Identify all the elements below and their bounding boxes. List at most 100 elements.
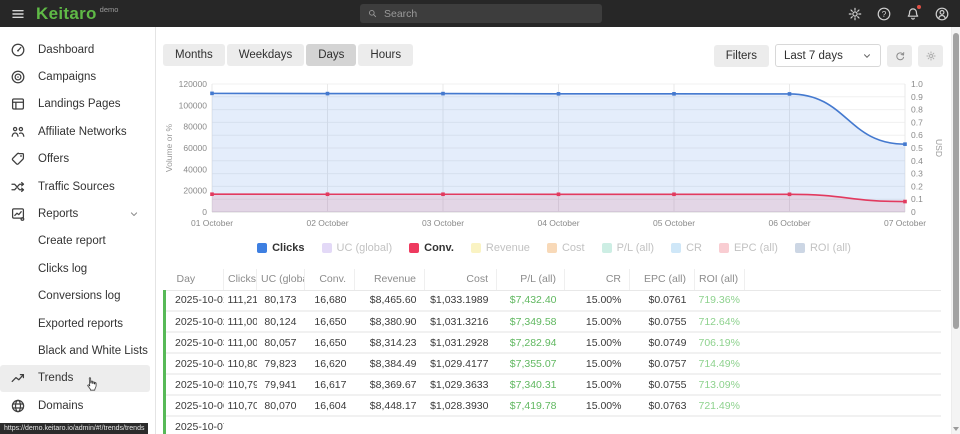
- refresh-button[interactable]: [887, 45, 912, 67]
- cell-filler: [745, 290, 942, 311]
- tab-hours[interactable]: Hours: [358, 44, 413, 66]
- column-header-cost[interactable]: Cost: [425, 269, 497, 290]
- cell-p-l-all: $7,282.94: [497, 332, 565, 353]
- column-header-roi-all[interactable]: ROI (all): [695, 269, 745, 290]
- sidebar-item-black-and-white-lists[interactable]: Black and White Lists: [0, 337, 150, 364]
- sidebar-item-clicks-log[interactable]: Clicks log: [0, 255, 150, 282]
- logo-demo-badge: demo: [100, 5, 119, 14]
- sidebar-item-landings-pages[interactable]: Landings Pages: [0, 91, 150, 118]
- legend-swatch: [257, 243, 267, 253]
- cell-revenue: $8,448.17: [355, 395, 425, 416]
- column-header-cr[interactable]: CR: [565, 269, 630, 290]
- tab-days[interactable]: Days: [306, 44, 356, 66]
- cell-uc-global: 80,124: [257, 311, 305, 332]
- table-row: 2025-10-07: [165, 416, 942, 434]
- cell-day: 2025-10-03: [165, 332, 224, 353]
- svg-text:0.8: 0.8: [911, 105, 923, 115]
- sidebar-item-campaigns[interactable]: Campaigns: [0, 63, 150, 90]
- chart-settings-button[interactable]: [918, 45, 943, 67]
- legend-item-cost[interactable]: Cost: [547, 242, 585, 254]
- account-icon[interactable]: [934, 6, 950, 22]
- svg-text:03 October: 03 October: [422, 218, 464, 228]
- cell-conv: 16,620: [305, 353, 355, 374]
- cell-uc-global: 80,057: [257, 332, 305, 353]
- sidebar-item-reports[interactable]: Reports: [0, 200, 150, 227]
- trend-icon: [10, 370, 26, 386]
- sidebar-item-conversions-log[interactable]: Conversions log: [0, 283, 150, 310]
- column-header-clicks[interactable]: Clicks: [224, 269, 257, 290]
- help-icon[interactable]: ?: [876, 6, 892, 22]
- column-header-epc-all[interactable]: EPC (all): [630, 269, 695, 290]
- legend-item-p-l-all[interactable]: P/L (all): [602, 242, 655, 254]
- cell-p-l-all: $7,340.31: [497, 374, 565, 395]
- sidebar-item-traffic-sources[interactable]: Traffic Sources: [0, 173, 150, 200]
- sidebar-item-label: Affiliate Networks: [38, 126, 127, 138]
- legend-item-revenue[interactable]: Revenue: [471, 242, 530, 254]
- cell-cost: $1,028.3930: [425, 395, 497, 416]
- cell-revenue: $8,369.67: [355, 374, 425, 395]
- trends-table: DayClicksUC (global)Conv.RevenueCostP/L …: [163, 269, 941, 434]
- legend-swatch: [322, 243, 332, 253]
- legend-item-conv[interactable]: Conv.: [409, 242, 454, 254]
- column-header-p-l-all[interactable]: P/L (all): [497, 269, 565, 290]
- cell-cost: $1,029.3633: [425, 374, 497, 395]
- topbar-actions: ?: [847, 0, 950, 27]
- column-header-conv[interactable]: Conv.: [305, 269, 355, 290]
- cell-day: 2025-10-01: [165, 290, 224, 311]
- sidebar-item-exported-reports[interactable]: Exported reports: [0, 310, 150, 337]
- cell-uc-global: 79,823: [257, 353, 305, 374]
- column-header-day[interactable]: Day: [165, 269, 224, 290]
- trends-chart: 02000040000600008000010000012000000.10.2…: [160, 72, 948, 234]
- scrollbar-down-arrow-icon[interactable]: [953, 427, 959, 431]
- sidebar-item-offers[interactable]: Offers: [0, 146, 150, 173]
- app-logo[interactable]: Keitaro demo: [36, 0, 118, 27]
- sidebar-item-create-report[interactable]: Create report: [0, 228, 150, 255]
- cell-clicks: 111,00: [224, 311, 257, 332]
- sidebar-item-domains[interactable]: Domains: [0, 392, 150, 419]
- table-row: 2025-10-04110,8079,82316,620$8,384.49$1,…: [165, 353, 942, 374]
- sidebar-item-label: Landings Pages: [38, 98, 120, 110]
- cell-cr: 15.00%: [565, 311, 630, 332]
- speedometer-icon: [10, 42, 26, 58]
- svg-text:Volume or %: Volume or %: [164, 123, 174, 172]
- sidebar-item-affiliate-networks[interactable]: Affiliate Networks: [0, 118, 150, 145]
- column-header-uc-global[interactable]: UC (global): [257, 269, 305, 290]
- sidebar-item-label: Traffic Sources: [38, 181, 115, 193]
- notifications-icon[interactable]: [905, 6, 921, 22]
- legend-item-clicks[interactable]: Clicks: [257, 242, 304, 254]
- date-range-select[interactable]: Last 7 days: [775, 44, 881, 67]
- svg-text:?: ?: [882, 9, 887, 19]
- hamburger-menu-icon[interactable]: [4, 0, 32, 27]
- global-search[interactable]: [360, 4, 602, 23]
- chevron-down-icon: [128, 208, 140, 220]
- settings-icon[interactable]: [847, 6, 863, 22]
- svg-text:0: 0: [202, 207, 207, 217]
- scrollbar-thumb[interactable]: [953, 33, 959, 329]
- cell-roi-all: 714.49%: [695, 353, 745, 374]
- svg-text:120000: 120000: [179, 79, 208, 89]
- svg-text:0.6: 0.6: [911, 130, 923, 140]
- legend-item-uc-global[interactable]: UC (global): [322, 242, 393, 254]
- filters-button[interactable]: Filters: [714, 45, 769, 67]
- tab-weekdays[interactable]: Weekdays: [227, 44, 304, 66]
- table-row: 2025-10-06110,7080,07016,604$8,448.17$1,…: [165, 395, 942, 416]
- search-input[interactable]: [384, 8, 595, 20]
- sidebar-item-label: Black and White Lists: [38, 345, 148, 357]
- legend-label: Clicks: [272, 242, 304, 254]
- logo-text: Keitaro: [36, 0, 97, 27]
- legend-item-epc-all[interactable]: EPC (all): [719, 242, 778, 254]
- sidebar-item-dashboard[interactable]: Dashboard: [0, 36, 150, 63]
- sidebar-item-trends[interactable]: Trends: [0, 365, 150, 392]
- target-icon: [10, 69, 26, 85]
- svg-text:0: 0: [911, 207, 916, 217]
- legend-item-roi-all[interactable]: ROI (all): [795, 242, 851, 254]
- cell-conv: 16,617: [305, 374, 355, 395]
- column-header-revenue[interactable]: Revenue: [355, 269, 425, 290]
- legend-item-cr[interactable]: CR: [671, 242, 702, 254]
- sidebar-item-label: Clicks log: [38, 263, 87, 275]
- legend-label: Revenue: [486, 242, 530, 254]
- vertical-scrollbar[interactable]: [951, 27, 960, 434]
- tab-months[interactable]: Months: [163, 44, 225, 66]
- network-icon: [10, 124, 26, 140]
- cell-uc-global: 79,941: [257, 374, 305, 395]
